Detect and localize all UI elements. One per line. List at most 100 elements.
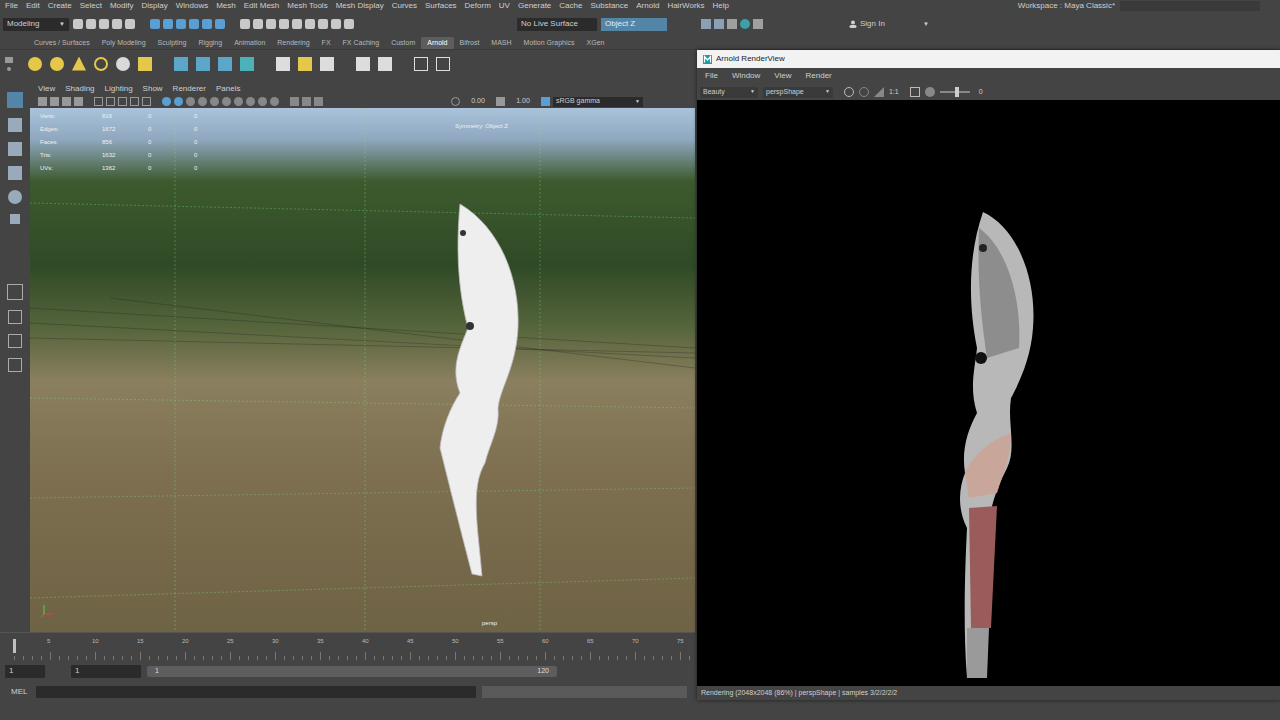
menu-item[interactable]: Help [709, 0, 733, 12]
bookmark-icon[interactable] [62, 97, 71, 106]
lock-icon[interactable] [50, 97, 59, 106]
render-image[interactable] [697, 100, 1280, 686]
shelf-tab[interactable]: Curves / Surfaces [28, 37, 96, 49]
select-tool-icon[interactable] [7, 92, 23, 108]
status-tool-icon[interactable] [86, 19, 96, 29]
ipr-icon[interactable] [714, 19, 724, 29]
light-manager-icon[interactable] [298, 57, 312, 71]
color-management-icon[interactable] [541, 97, 550, 106]
status-tool-icon[interactable] [189, 19, 199, 29]
isolate-icon[interactable] [290, 97, 299, 106]
shelf-tab[interactable]: Bifrost [454, 37, 486, 49]
menu-item[interactable]: Select [76, 0, 106, 12]
status-tool-icon[interactable] [292, 19, 302, 29]
camera-dropdown[interactable]: perspShape▼ [763, 87, 833, 98]
abort-icon[interactable] [859, 87, 869, 97]
hypershade-icon[interactable] [740, 19, 750, 29]
menu-item[interactable]: File [1, 0, 22, 12]
render-settings-icon[interactable] [356, 57, 370, 71]
paint-select-icon[interactable] [8, 142, 22, 156]
shelf-tab[interactable]: FX Caching [337, 37, 386, 49]
range-slider[interactable]: 1 120 [147, 666, 557, 677]
settings-icon[interactable] [727, 19, 737, 29]
view-transform-dropdown[interactable]: sRGB gamma▼ [553, 97, 643, 107]
shadows-icon[interactable] [222, 97, 231, 106]
start-time-field[interactable]: 1 [5, 665, 45, 678]
menu-item[interactable]: Cache [555, 0, 586, 12]
play-icon[interactable] [436, 57, 450, 71]
film-gate-icon[interactable] [106, 97, 115, 106]
viewport-menu-item[interactable]: Panels [216, 83, 240, 95]
workspace-dropdown[interactable] [1120, 1, 1260, 11]
status-tool-icon[interactable] [279, 19, 289, 29]
grid-icon[interactable] [94, 97, 103, 106]
smooth-shade-icon[interactable] [174, 97, 183, 106]
symmetry-field[interactable]: Object Z [601, 18, 667, 31]
status-tool-icon[interactable] [163, 19, 173, 29]
menu-item[interactable]: Edit Mesh [240, 0, 284, 12]
status-tool-icon[interactable] [150, 19, 160, 29]
shelf-tab[interactable]: MASH [485, 37, 517, 49]
current-frame-marker[interactable] [13, 639, 16, 653]
shelf-tab[interactable]: Animation [228, 37, 271, 49]
motion-blur-icon[interactable] [246, 97, 255, 106]
xray-joints-icon[interactable] [314, 97, 323, 106]
shelf-tab[interactable]: Arnold [421, 37, 453, 49]
shelf-tab[interactable]: Motion Graphics [518, 37, 581, 49]
shelf-tab[interactable]: XGen [581, 37, 611, 49]
image-plane-icon[interactable] [74, 97, 83, 106]
render-view-menu-item[interactable]: Window [732, 70, 760, 82]
tx-manager-icon[interactable] [320, 57, 334, 71]
scale-tool-icon[interactable] [10, 214, 20, 224]
menu-item[interactable]: HairWorks [663, 0, 708, 12]
status-tool-icon[interactable] [331, 19, 341, 29]
ao-icon[interactable] [234, 97, 243, 106]
move-tool-icon[interactable] [8, 166, 22, 180]
status-tool-icon[interactable] [305, 19, 315, 29]
shelf-menu[interactable] [0, 57, 18, 71]
field-chart-icon[interactable] [142, 97, 151, 106]
textured-icon[interactable] [198, 97, 207, 106]
exposure-value[interactable]: 0 [979, 87, 983, 98]
render-view-menu-item[interactable]: File [705, 70, 718, 82]
status-tool-icon[interactable] [266, 19, 276, 29]
script-language-button[interactable]: MEL [5, 686, 30, 698]
wireframe-on-shaded-icon[interactable] [186, 97, 195, 106]
playblast-icon[interactable] [414, 57, 428, 71]
render-view-titlebar[interactable]: Arnold RenderView [697, 50, 1280, 68]
status-tool-icon[interactable] [344, 19, 354, 29]
knife-model[interactable] [440, 204, 518, 576]
light-portal-icon[interactable] [138, 57, 152, 71]
render-view-icon[interactable] [378, 57, 392, 71]
render-view-window[interactable]: Arnold RenderView FileWindowViewRender B… [697, 50, 1280, 700]
flush-caches-icon[interactable] [276, 57, 290, 71]
lights-icon[interactable] [210, 97, 219, 106]
region-icon[interactable] [910, 87, 920, 97]
render-view-menu-item[interactable]: Render [806, 70, 832, 82]
shelf-tab[interactable]: Poly Modeling [96, 37, 152, 49]
menu-item[interactable]: Curves [388, 0, 421, 12]
wireframe-icon[interactable] [162, 97, 171, 106]
viewport-menu-item[interactable]: Renderer [173, 83, 206, 95]
skydome-light-icon[interactable] [94, 57, 108, 71]
exposure-slider[interactable] [940, 91, 970, 93]
menu-item[interactable]: Mesh Display [332, 0, 388, 12]
status-tool-icon[interactable] [99, 19, 109, 29]
exposure-field[interactable]: 0.00 [463, 96, 493, 107]
menu-item[interactable]: Modify [106, 0, 138, 12]
command-input[interactable] [36, 686, 476, 698]
status-tool-icon[interactable] [125, 19, 135, 29]
menu-item[interactable]: Surfaces [421, 0, 461, 12]
menu-item[interactable]: Edit [22, 0, 44, 12]
outliner-icon[interactable] [8, 358, 22, 372]
exposure-knob[interactable] [955, 87, 959, 97]
lasso-tool-icon[interactable] [8, 118, 22, 132]
status-tool-icon[interactable] [112, 19, 122, 29]
crop-icon[interactable] [874, 87, 884, 97]
mode-dropdown[interactable]: Modeling▼ [3, 18, 69, 31]
dof-icon[interactable] [270, 97, 279, 106]
curve-collector-icon[interactable] [218, 57, 232, 71]
rotate-tool-icon[interactable] [8, 190, 22, 204]
sign-in-control[interactable]: Sign In ▼ [849, 18, 929, 30]
menu-item[interactable]: Generate [514, 0, 555, 12]
